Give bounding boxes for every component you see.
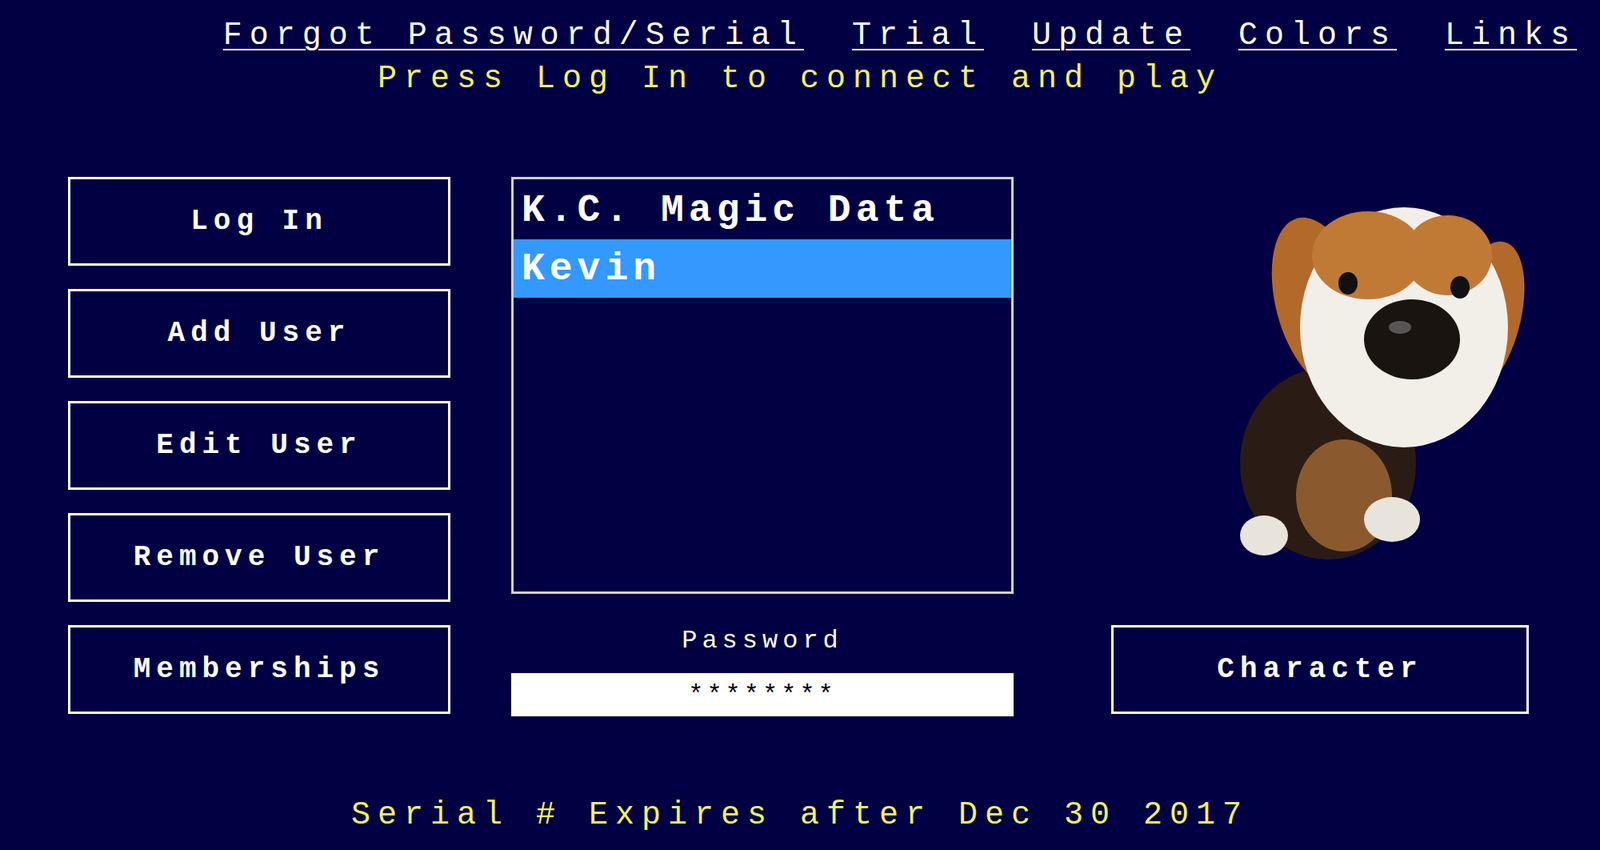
user-name: K.C. Magic Data	[521, 181, 940, 240]
button-label: Edit User	[156, 424, 362, 468]
character-panel: Character	[1111, 176, 1529, 714]
top-link[interactable]: Forgot Password/Serial	[223, 16, 804, 56]
puppy-image	[1208, 199, 1528, 572]
user-item[interactable]: Kevin	[513, 239, 1012, 298]
button-column: Log In Add User Edit User Remove User Member…	[68, 176, 451, 716]
top-links: Forgot Password/Serial Trial Update Colors L…	[0, 0, 1600, 56]
action-button[interactable]: Edit User	[68, 400, 451, 490]
button-label: Log In	[190, 200, 328, 244]
user-name: Kevin	[521, 240, 661, 298]
status-message: Press Log In to connect and play	[377, 60, 1223, 177]
character-button[interactable]: Character	[1111, 624, 1529, 714]
action-button[interactable]: Memberships	[68, 624, 451, 714]
user-list[interactable]: K.C. Magic DataKevin	[511, 176, 1014, 594]
password-field[interactable]	[511, 672, 1014, 716]
status-row: Press Log In to connect and play	[0, 55, 1600, 177]
button-label: Add User	[168, 312, 352, 356]
top-link[interactable]: Trial	[852, 16, 984, 56]
serial-expiry: Serial # Expires after Dec 30 2017	[351, 796, 1249, 835]
button-label: Memberships	[133, 648, 386, 692]
action-button[interactable]: Remove User	[68, 512, 451, 602]
action-button[interactable]: Log In	[68, 176, 451, 266]
top-link[interactable]: Links	[1444, 16, 1577, 56]
footer: Serial # Expires after Dec 30 2017	[0, 716, 1600, 835]
button-label: Remove User	[133, 536, 386, 580]
user-panel: K.C. Magic DataKevin Password	[511, 176, 1014, 716]
password-label: Password	[511, 625, 1014, 656]
main-area: Log In Add User Edit User Remove User Member…	[0, 176, 1600, 716]
top-link[interactable]: Colors	[1238, 16, 1397, 56]
user-item[interactable]: K.C. Magic Data	[513, 180, 1012, 240]
action-button[interactable]: Add User	[68, 288, 451, 378]
top-link[interactable]: Update	[1032, 16, 1191, 56]
